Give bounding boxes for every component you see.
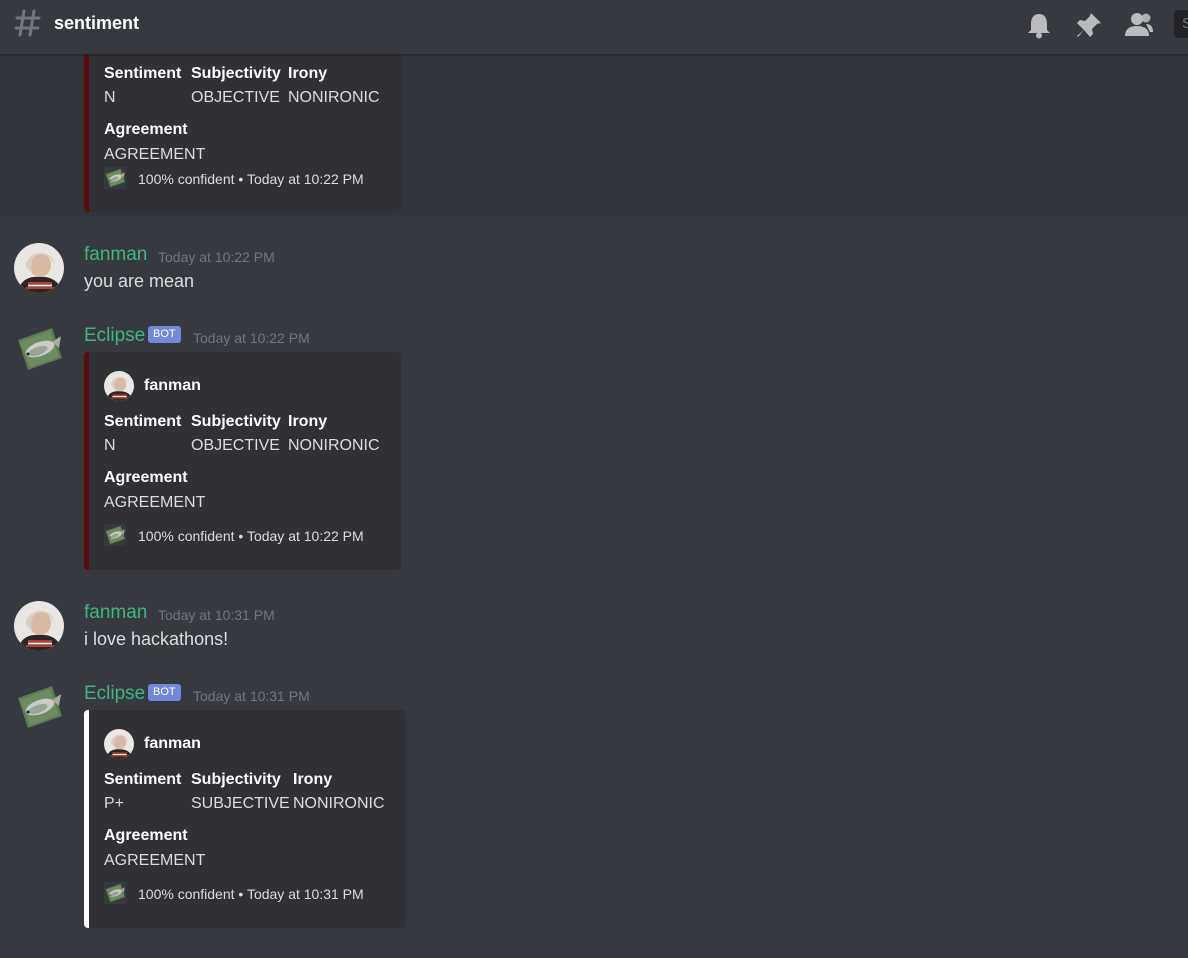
field-value-sentiment: N <box>104 437 116 454</box>
field-name-sentiment: Sentiment <box>104 65 182 82</box>
search-input[interactable]: S <box>1174 10 1188 38</box>
field-name-agreement: Agreement <box>104 469 188 486</box>
field-name-subjectivity: Subjectivity <box>191 413 281 430</box>
field-value-agreement: AGREEMENT <box>104 852 206 869</box>
username[interactable]: fanman <box>84 602 147 624</box>
field-name-irony: Irony <box>293 771 333 788</box>
embed-footer: 100% confident • Today at 10:31 PM <box>138 886 364 902</box>
field-name-subjectivity: Subjectivity <box>191 771 281 788</box>
fanman-avatar[interactable] <box>104 371 134 401</box>
embed-author[interactable]: fanman <box>144 377 201 395</box>
username[interactable]: Eclipse <box>84 683 145 705</box>
timestamp: Today at 10:22 PM <box>158 249 275 265</box>
timestamp: Today at 10:22 PM <box>193 330 310 346</box>
field-name-sentiment: Sentiment <box>104 413 182 430</box>
field-value-subjectivity: SUBJECTIVE <box>191 795 290 812</box>
fanman-avatar[interactable] <box>14 601 64 651</box>
bot-tag: BOT <box>148 684 181 701</box>
field-value-irony: NONIRONIC <box>288 89 380 106</box>
hash-icon <box>14 8 42 43</box>
fish-footer-icon <box>104 524 126 546</box>
embed-color-bar <box>84 55 89 212</box>
field-value-irony: NONIRONIC <box>288 437 380 454</box>
fish-footer-icon <box>104 167 126 189</box>
field-name-agreement: Agreement <box>104 121 188 138</box>
field-name-irony: Irony <box>288 413 328 430</box>
field-value-sentiment: N <box>104 89 116 106</box>
field-value-agreement: AGREEMENT <box>104 146 206 163</box>
timestamp: Today at 10:31 PM <box>193 688 310 704</box>
username[interactable]: Eclipse <box>84 325 145 347</box>
eclipse-fish-avatar[interactable] <box>14 682 64 732</box>
embed-footer: 100% confident • Today at 10:22 PM <box>138 528 364 544</box>
channel-name: sentiment <box>54 13 140 33</box>
fanman-avatar[interactable] <box>14 243 64 293</box>
field-value-subjectivity: OBJECTIVE <box>191 89 280 106</box>
field-value-sentiment: P+ <box>104 795 125 812</box>
embed-color-bar <box>84 710 89 928</box>
bot-tag: BOT <box>148 326 181 343</box>
field-name-subjectivity: Subjectivity <box>191 65 281 82</box>
username[interactable]: fanman <box>84 244 147 266</box>
message-text: i love hackathons! <box>84 629 229 649</box>
messages-list: Sentiment N Subjectivity OBJECTIVE Irony… <box>0 55 1188 958</box>
field-name-agreement: Agreement <box>104 827 188 844</box>
eclipse-fish-avatar[interactable] <box>14 324 64 374</box>
timestamp: Today at 10:31 PM <box>158 607 275 623</box>
pin-icon[interactable] <box>1075 11 1103 44</box>
sentiment-embed: fanman Sentiment N Subjectivity OBJECTIV… <box>84 352 401 570</box>
field-name-irony: Irony <box>288 65 328 82</box>
channel-header: sentiment S <box>0 0 1188 55</box>
embed-footer: 100% confident • Today at 10:22 PM <box>138 171 364 187</box>
fish-footer-icon <box>104 882 126 904</box>
sentiment-embed: fanman Sentiment P+ Subjectivity SUBJECT… <box>84 710 406 928</box>
fanman-avatar[interactable] <box>104 729 134 759</box>
message-text: you are mean <box>84 271 195 291</box>
embed-author[interactable]: fanman <box>144 735 201 753</box>
bell-icon[interactable] <box>1026 11 1052 44</box>
field-value-agreement: AGREEMENT <box>104 494 206 511</box>
field-value-subjectivity: OBJECTIVE <box>191 437 280 454</box>
embed-color-bar <box>84 352 89 570</box>
field-value-irony: NONIRONIC <box>293 795 385 812</box>
members-icon[interactable] <box>1124 11 1154 44</box>
sentiment-embed: Sentiment N Subjectivity OBJECTIVE Irony… <box>84 55 401 212</box>
field-name-sentiment: Sentiment <box>104 771 182 788</box>
